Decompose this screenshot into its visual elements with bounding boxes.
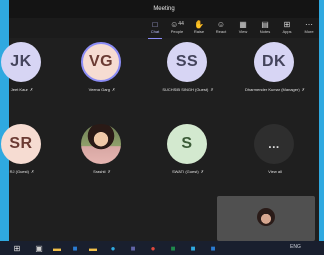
chat-button[interactable]: □ Chat xyxy=(145,20,165,39)
edge-icon[interactable]: ● xyxy=(108,243,118,253)
participant-tile[interactable]: SR RJ (Guest) ✗ xyxy=(0,120,57,184)
mic-muted-icon: ✗ xyxy=(200,169,205,174)
view-all-button[interactable]: ... View all xyxy=(240,120,310,184)
people-button[interactable]: ☺44 People xyxy=(167,20,187,36)
people-label: People xyxy=(170,29,184,34)
file-explorer-icon[interactable]: ▬ xyxy=(52,243,62,253)
participant-name: RJ (Guest) xyxy=(9,169,29,174)
store-icon[interactable]: ■ xyxy=(188,243,198,253)
self-video-face xyxy=(257,208,275,226)
react-label: React xyxy=(215,29,227,34)
tray-language[interactable]: ENG xyxy=(290,244,301,250)
chrome-icon[interactable]: ● xyxy=(148,243,158,253)
participant-tile[interactable]: SS SUCHSIB SINGH (Guest) ✗ xyxy=(153,38,223,102)
participant-name: Veena Garg xyxy=(88,87,110,92)
chat-icon: □ xyxy=(152,20,158,29)
participant-tile[interactable]: VG Veena Garg ✗ xyxy=(67,38,137,102)
participant-tile[interactable]: Srashti ✗ xyxy=(67,120,137,184)
notes-label: Notes xyxy=(259,29,271,34)
mic-muted-icon: ✗ xyxy=(112,87,116,92)
view-label: View xyxy=(238,29,248,34)
mic-muted-icon: ✗ xyxy=(107,169,111,174)
view-icon: ▦ xyxy=(239,20,247,29)
view-all-label: View all xyxy=(268,169,282,174)
folder-icon[interactable]: ▬ xyxy=(88,243,98,253)
participant-photo xyxy=(81,124,121,164)
avatar: SR xyxy=(1,124,41,164)
window-title: Meeting xyxy=(153,6,175,12)
raise-hand-icon: ✋ xyxy=(194,20,204,29)
view-button[interactable]: ▦ View xyxy=(233,20,253,36)
avatar: SS xyxy=(167,42,207,82)
more-button[interactable]: ⋯ More xyxy=(299,20,319,36)
mic-muted-icon: ✗ xyxy=(30,169,35,174)
avatar: VG xyxy=(81,42,121,82)
participant-tile[interactable]: JK Jeet Kaur ✗ xyxy=(0,38,57,102)
avatar: DK xyxy=(254,42,294,82)
mic-muted-icon: ✗ xyxy=(301,87,306,92)
apps-button[interactable]: ⊞ Apps xyxy=(277,20,297,36)
participant-name: SWATI (Guest) xyxy=(171,169,199,174)
word-icon[interactable]: ■ xyxy=(208,243,218,253)
desktop-frame-right xyxy=(319,0,324,255)
avatar: S xyxy=(167,124,207,164)
title-bar: Meeting xyxy=(9,0,319,18)
outlook-icon[interactable]: ■ xyxy=(70,243,80,253)
self-video-preview[interactable] xyxy=(217,196,315,241)
react-button[interactable]: ☺ React xyxy=(211,20,231,36)
participant-name: Jeet Kaur xyxy=(10,87,28,92)
task-view-icon[interactable]: ▣ xyxy=(34,243,44,253)
participant-name: Srashti xyxy=(93,169,106,174)
windows-start-icon[interactable]: ⊞ xyxy=(12,243,22,253)
taskbar: ⊞ ▣ ▬ ■ ▬ ● ■ ● ■ ■ ■ ENG xyxy=(0,241,324,255)
avatar: JK xyxy=(1,42,41,82)
react-icon: ☺ xyxy=(216,20,226,29)
participant-tile[interactable]: S SWATI (Guest) ✗ xyxy=(153,120,223,184)
people-count: 44 xyxy=(178,21,184,27)
apps-icon: ⊞ xyxy=(283,20,291,29)
people-icon: ☺44 xyxy=(170,20,184,29)
more-dots-icon: ... xyxy=(254,124,294,164)
apps-label: Apps xyxy=(282,29,292,34)
chat-label: Chat xyxy=(150,29,160,34)
participant-name: SUCHSIB SINGH (Guest) xyxy=(162,87,209,92)
participant-tile[interactable]: DK Dharmender Kumar (Manager) ✗ xyxy=(240,38,310,102)
teams-icon[interactable]: ■ xyxy=(128,243,138,253)
more-label: More xyxy=(304,29,314,34)
raise-label: Raise xyxy=(193,29,205,34)
mic-muted-icon: ✗ xyxy=(29,87,34,92)
mic-muted-icon: ✗ xyxy=(210,87,214,92)
excel-icon[interactable]: ■ xyxy=(168,243,178,253)
more-icon: ⋯ xyxy=(305,20,313,29)
notes-icon: ▤ xyxy=(261,20,269,29)
raise-hand-button[interactable]: ✋ Raise xyxy=(189,20,209,36)
notes-button[interactable]: ▤ Notes xyxy=(255,20,275,36)
participant-name: Dharmender Kumar (Manager) xyxy=(244,87,300,92)
meeting-toolbar: □ Chat ☺44 People ✋ Raise ☺ React ▦ View… xyxy=(9,18,319,39)
